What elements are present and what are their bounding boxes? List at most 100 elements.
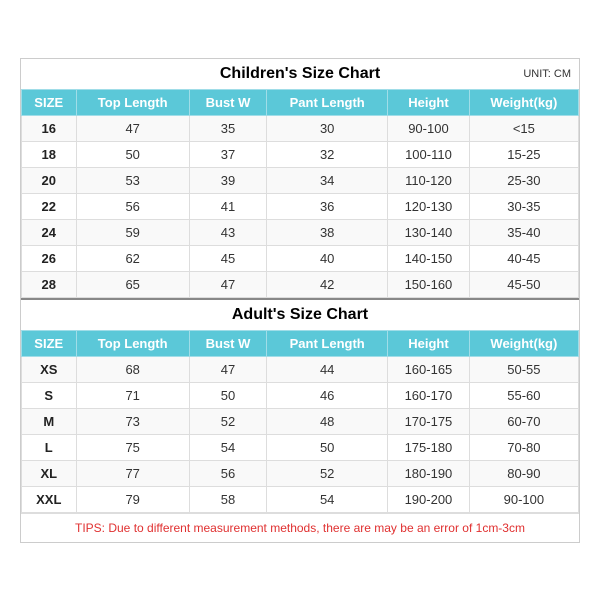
table-cell: 30 <box>267 115 388 141</box>
table-cell: 37 <box>189 141 266 167</box>
table-cell: 36 <box>267 193 388 219</box>
table-cell: 62 <box>76 245 189 271</box>
table-row: 22564136120-13030-35 <box>22 193 579 219</box>
table-cell: 50 <box>267 434 388 460</box>
children-table: SIZE Top Length Bust W Pant Length Heigh… <box>21 89 579 298</box>
table-cell: 55-60 <box>469 382 578 408</box>
table-cell: 35-40 <box>469 219 578 245</box>
table-row: XXL795854190-20090-100 <box>22 486 579 512</box>
adult-table: SIZE Top Length Bust W Pant Length Heigh… <box>21 330 579 513</box>
table-cell: 58 <box>189 486 266 512</box>
table-cell: 80-90 <box>469 460 578 486</box>
table-row: M735248170-17560-70 <box>22 408 579 434</box>
table-cell: 24 <box>22 219 77 245</box>
table-cell: 26 <box>22 245 77 271</box>
table-cell: 30-35 <box>469 193 578 219</box>
tips-row: TIPS: Due to different measurement metho… <box>21 513 579 542</box>
table-cell: 38 <box>267 219 388 245</box>
table-cell: 170-175 <box>388 408 470 434</box>
adult-header-row: SIZE Top Length Bust W Pant Length Heigh… <box>22 330 579 356</box>
table-cell: 47 <box>189 356 266 382</box>
children-col-pant-length: Pant Length <box>267 89 388 115</box>
table-cell: 25-30 <box>469 167 578 193</box>
children-section-title-row: Children's Size Chart UNIT: CM <box>21 59 579 89</box>
table-cell: 160-170 <box>388 382 470 408</box>
children-col-size: SIZE <box>22 89 77 115</box>
table-cell: 32 <box>267 141 388 167</box>
table-cell: 190-200 <box>388 486 470 512</box>
adult-col-bust-w: Bust W <box>189 330 266 356</box>
table-cell: 120-130 <box>388 193 470 219</box>
table-cell: 53 <box>76 167 189 193</box>
table-cell: 180-190 <box>388 460 470 486</box>
table-cell: 41 <box>189 193 266 219</box>
table-cell: 20 <box>22 167 77 193</box>
table-cell: <15 <box>469 115 578 141</box>
table-cell: 47 <box>189 271 266 297</box>
tips-text: TIPS: Due to different measurement metho… <box>75 521 525 535</box>
table-cell: 28 <box>22 271 77 297</box>
unit-label: UNIT: CM <box>523 68 571 80</box>
table-cell: 52 <box>189 408 266 434</box>
table-cell: 35 <box>189 115 266 141</box>
table-cell: 44 <box>267 356 388 382</box>
table-cell: 50 <box>76 141 189 167</box>
table-cell: 175-180 <box>388 434 470 460</box>
children-section-title: Children's Size Chart <box>220 65 380 82</box>
children-col-height: Height <box>388 89 470 115</box>
table-cell: 34 <box>267 167 388 193</box>
table-cell: 48 <box>267 408 388 434</box>
table-cell: 45-50 <box>469 271 578 297</box>
table-cell: 73 <box>76 408 189 434</box>
table-row: XL775652180-19080-90 <box>22 460 579 486</box>
children-col-top-length: Top Length <box>76 89 189 115</box>
table-cell: 18 <box>22 141 77 167</box>
table-cell: 43 <box>189 219 266 245</box>
table-cell: 54 <box>189 434 266 460</box>
table-cell: 90-100 <box>469 486 578 512</box>
table-row: 1647353090-100<15 <box>22 115 579 141</box>
table-cell: 50-55 <box>469 356 578 382</box>
table-cell: 77 <box>76 460 189 486</box>
adult-section-title: Adult's Size Chart <box>232 306 368 323</box>
table-cell: 52 <box>267 460 388 486</box>
table-row: XS684744160-16550-55 <box>22 356 579 382</box>
table-cell: 42 <box>267 271 388 297</box>
table-cell: 75 <box>76 434 189 460</box>
table-cell: 45 <box>189 245 266 271</box>
table-cell: 39 <box>189 167 266 193</box>
table-cell: 100-110 <box>388 141 470 167</box>
adult-col-weight: Weight(kg) <box>469 330 578 356</box>
table-cell: 71 <box>76 382 189 408</box>
adult-col-size: SIZE <box>22 330 77 356</box>
adult-col-top-length: Top Length <box>76 330 189 356</box>
table-cell: XL <box>22 460 77 486</box>
table-cell: M <box>22 408 77 434</box>
table-cell: 22 <box>22 193 77 219</box>
adult-col-pant-length: Pant Length <box>267 330 388 356</box>
table-row: 24594338130-14035-40 <box>22 219 579 245</box>
table-cell: XXL <box>22 486 77 512</box>
children-header-row: SIZE Top Length Bust W Pant Length Heigh… <box>22 89 579 115</box>
table-cell: 47 <box>76 115 189 141</box>
table-cell: 56 <box>189 460 266 486</box>
table-cell: 150-160 <box>388 271 470 297</box>
table-cell: 68 <box>76 356 189 382</box>
table-cell: XS <box>22 356 77 382</box>
table-cell: L <box>22 434 77 460</box>
table-cell: 110-120 <box>388 167 470 193</box>
table-cell: 79 <box>76 486 189 512</box>
table-cell: 130-140 <box>388 219 470 245</box>
table-cell: 160-165 <box>388 356 470 382</box>
table-cell: 59 <box>76 219 189 245</box>
adult-section-title-row: Adult's Size Chart <box>21 300 579 330</box>
table-cell: 50 <box>189 382 266 408</box>
table-cell: 16 <box>22 115 77 141</box>
table-row: 26624540140-15040-45 <box>22 245 579 271</box>
table-cell: 46 <box>267 382 388 408</box>
table-cell: 90-100 <box>388 115 470 141</box>
children-col-bust-w: Bust W <box>189 89 266 115</box>
table-cell: 40 <box>267 245 388 271</box>
table-cell: 70-80 <box>469 434 578 460</box>
table-cell: 140-150 <box>388 245 470 271</box>
